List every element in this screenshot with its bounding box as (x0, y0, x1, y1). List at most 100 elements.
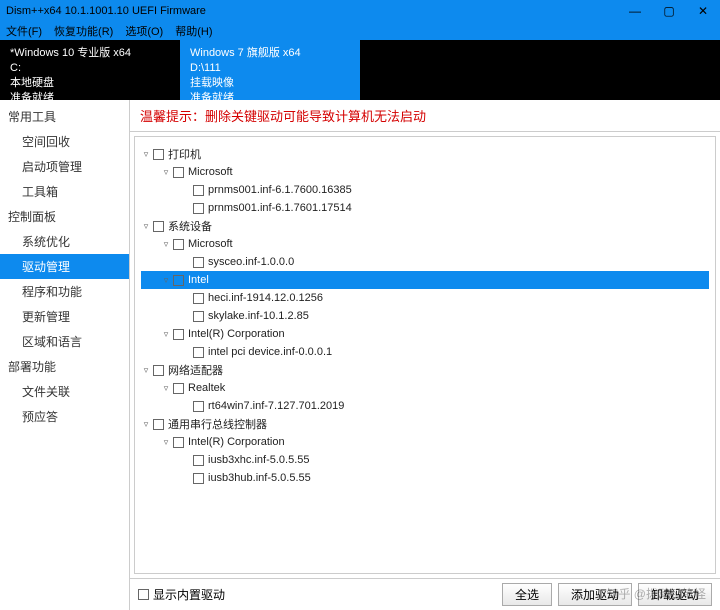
sidebar-category: 部署功能 (0, 354, 129, 379)
tree-label: rt64win7.inf-7.127.701.2019 (208, 400, 344, 412)
show-builtin-label: 显示内置驱动 (153, 586, 225, 603)
tree-node[interactable]: heci.inf-1914.12.0.1256 (141, 289, 709, 307)
tree-checkbox[interactable] (153, 365, 164, 376)
tree-checkbox[interactable] (193, 473, 204, 484)
tree-checkbox[interactable] (173, 239, 184, 250)
tree-node[interactable]: ▿ Intel (141, 271, 709, 289)
tree-node[interactable]: ▿ 系统设备 (141, 217, 709, 235)
tree-label: prnms001.inf-6.1.7601.17514 (208, 202, 352, 214)
sidebar-item[interactable]: 系统优化 (0, 229, 129, 254)
expand-toggle-icon[interactable]: ▿ (161, 275, 171, 286)
tree-node[interactable]: iusb3hub.inf-5.0.5.55 (141, 469, 709, 487)
sidebar-item[interactable]: 空间回收 (0, 129, 129, 154)
tree-node[interactable]: ▿ Microsoft (141, 235, 709, 253)
tab-line: D:\111 (190, 61, 350, 75)
tree-label: skylake.inf-10.1.2.85 (208, 310, 309, 322)
tree-label: Intel(R) Corporation (188, 436, 285, 448)
image-tab[interactable]: Windows 7 旗舰版 x64D:\111挂载映像准备就绪 (180, 40, 360, 100)
image-tabs: *Windows 10 专业版 x64C:本地硬盘准备就绪Windows 7 旗… (0, 40, 720, 100)
tree-node[interactable]: prnms001.inf-6.1.7600.16385 (141, 181, 709, 199)
tree-label: Intel (188, 274, 209, 286)
tree-label: Realtek (188, 382, 225, 394)
tree-checkbox[interactable] (193, 455, 204, 466)
add-driver-button[interactable]: 添加驱动 (558, 583, 632, 606)
tree-checkbox[interactable] (193, 401, 204, 412)
tree-node[interactable]: ▿ 打印机 (141, 145, 709, 163)
tree-checkbox[interactable] (193, 185, 204, 196)
tree-label: 网络适配器 (168, 362, 223, 378)
maximize-button[interactable]: ▢ (652, 4, 686, 18)
sidebar-item[interactable]: 更新管理 (0, 304, 129, 329)
tree-checkbox[interactable] (153, 149, 164, 160)
tree-label: heci.inf-1914.12.0.1256 (208, 292, 323, 304)
expand-toggle-icon[interactable]: ▿ (141, 419, 151, 430)
tab-line: 挂载映像 (190, 76, 350, 90)
expand-toggle-icon[interactable]: ▿ (161, 437, 171, 448)
tab-line: *Windows 10 专业版 x64 (10, 46, 170, 60)
menu-help[interactable]: 帮助(H) (175, 23, 212, 39)
tree-node[interactable]: ▿ Microsoft (141, 163, 709, 181)
tree-checkbox[interactable] (173, 275, 184, 286)
tree-checkbox[interactable] (173, 329, 184, 340)
tree-node[interactable]: prnms001.inf-6.1.7601.17514 (141, 199, 709, 217)
expand-toggle-icon[interactable]: ▿ (141, 365, 151, 376)
minimize-button[interactable]: — (618, 4, 652, 18)
tree-node[interactable]: ▿ Intel(R) Corporation (141, 325, 709, 343)
image-tab[interactable]: *Windows 10 专业版 x64C:本地硬盘准备就绪 (0, 40, 180, 100)
driver-tree[interactable]: ▿ 打印机 ▿ Microsoft prnms001.inf-6.1.7600.1638… (134, 136, 716, 574)
tree-label: 打印机 (168, 146, 201, 162)
tree-node[interactable]: ▿ 网络适配器 (141, 361, 709, 379)
expand-toggle-icon[interactable]: ▿ (141, 221, 151, 232)
tree-checkbox[interactable] (193, 257, 204, 268)
tree-node[interactable]: intel pci device.inf-0.0.0.1 (141, 343, 709, 361)
select-all-button[interactable]: 全选 (502, 583, 552, 606)
sidebar-item[interactable]: 预应答 (0, 404, 129, 429)
sidebar-item[interactable]: 驱动管理 (0, 254, 129, 279)
menu-options[interactable]: 选项(O) (125, 23, 163, 39)
tree-node[interactable]: ▿ Realtek (141, 379, 709, 397)
tree-checkbox[interactable] (173, 383, 184, 394)
tree-label: 通用串行总线控制器 (168, 416, 267, 432)
expand-toggle-icon[interactable]: ▿ (161, 383, 171, 394)
sidebar: 常用工具空间回收启动项管理工具箱控制面板系统优化驱动管理程序和功能更新管理区域和… (0, 100, 130, 610)
title-bar: Dism++x64 10.1.1001.10 UEFI Firmware — ▢… (0, 0, 720, 22)
expand-toggle-icon[interactable]: ▿ (161, 329, 171, 340)
tree-checkbox[interactable] (153, 221, 164, 232)
sidebar-item[interactable]: 工具箱 (0, 179, 129, 204)
uninstall-driver-button[interactable]: 卸载驱动 (638, 583, 712, 606)
tree-label: prnms001.inf-6.1.7600.16385 (208, 184, 352, 196)
tree-checkbox[interactable] (193, 293, 204, 304)
tab-line: 本地硬盘 (10, 76, 170, 90)
tree-label: 系统设备 (168, 218, 212, 234)
tree-node[interactable]: ▿ Intel(R) Corporation (141, 433, 709, 451)
tree-label: Intel(R) Corporation (188, 328, 285, 340)
tree-checkbox[interactable] (193, 311, 204, 322)
tree-checkbox[interactable] (193, 203, 204, 214)
tree-node[interactable]: skylake.inf-10.1.2.85 (141, 307, 709, 325)
sidebar-category: 常用工具 (0, 104, 129, 129)
sidebar-item[interactable]: 区域和语言 (0, 329, 129, 354)
sidebar-item[interactable]: 启动项管理 (0, 154, 129, 179)
tree-node[interactable]: rt64win7.inf-7.127.701.2019 (141, 397, 709, 415)
sidebar-item[interactable]: 程序和功能 (0, 279, 129, 304)
bottom-bar: 显示内置驱动 全选 添加驱动 卸载驱动 (130, 578, 720, 610)
tree-node[interactable]: ▿ 通用串行总线控制器 (141, 415, 709, 433)
expand-toggle-icon[interactable]: ▿ (161, 167, 171, 178)
menu-file[interactable]: 文件(F) (6, 23, 42, 39)
tree-node[interactable]: iusb3xhc.inf-5.0.5.55 (141, 451, 709, 469)
tree-checkbox[interactable] (173, 437, 184, 448)
tree-label: iusb3xhc.inf-5.0.5.55 (208, 454, 310, 466)
tree-checkbox[interactable] (173, 167, 184, 178)
menu-recovery[interactable]: 恢复功能(R) (54, 23, 113, 39)
expand-toggle-icon[interactable]: ▿ (141, 149, 151, 160)
tree-label: Microsoft (188, 166, 233, 178)
close-button[interactable]: ✕ (686, 4, 720, 18)
warning-banner: 温馨提示：删除关键驱动可能导致计算机无法启动 (130, 100, 720, 132)
sidebar-item[interactable]: 文件关联 (0, 379, 129, 404)
show-builtin-checkbox[interactable] (138, 589, 149, 600)
tree-checkbox[interactable] (193, 347, 204, 358)
tree-checkbox[interactable] (153, 419, 164, 430)
expand-toggle-icon[interactable]: ▿ (161, 239, 171, 250)
tree-node[interactable]: sysceo.inf-1.0.0.0 (141, 253, 709, 271)
tree-label: Microsoft (188, 238, 233, 250)
